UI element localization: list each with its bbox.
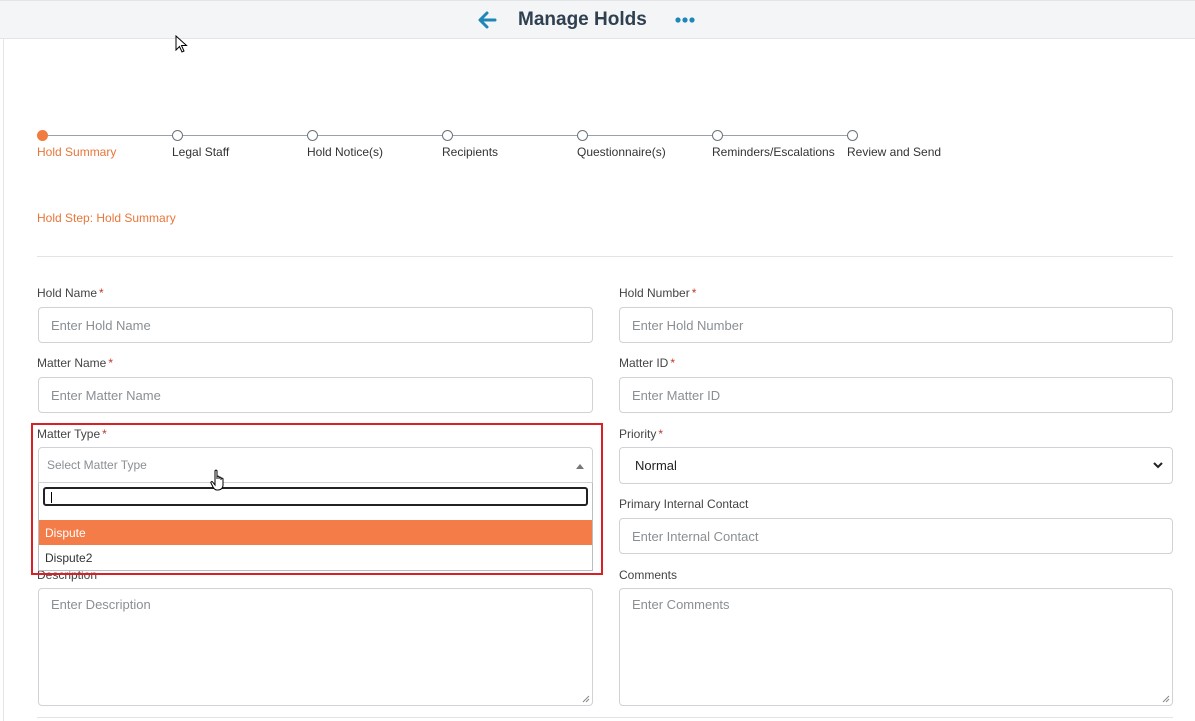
step-label-hold-notices[interactable]: Hold Notice(s) <box>307 145 383 159</box>
matter-id-label: Matter ID * <box>619 356 676 370</box>
priority-label: Priority * <box>619 427 664 441</box>
step-dot-reminders[interactable] <box>712 130 723 141</box>
comments-textarea[interactable]: Enter Comments <box>619 588 1173 706</box>
hold-name-label: Hold Name * <box>37 286 104 300</box>
hold-number-input[interactable]: Enter Hold Number <box>619 307 1173 343</box>
resize-grip-icon[interactable] <box>1162 695 1170 703</box>
priority-value: Normal <box>635 458 677 473</box>
red-highlight-annotation <box>31 423 603 575</box>
hold-name-input[interactable]: Enter Hold Name <box>38 307 593 343</box>
step-dot-hold-notices[interactable] <box>307 130 318 141</box>
resize-grip-icon[interactable] <box>582 695 590 703</box>
back-arrow-icon[interactable] <box>476 9 498 31</box>
matter-name-label: Matter Name * <box>37 356 114 370</box>
step-dot-recipients[interactable] <box>442 130 453 141</box>
section-divider <box>37 256 1173 257</box>
mouse-pointer-icon <box>175 35 188 53</box>
hold-step-caption: Hold Step: Hold Summary <box>37 211 176 225</box>
bottom-divider <box>37 717 1173 718</box>
step-label-reminders[interactable]: Reminders/Escalations <box>712 145 835 159</box>
chevron-down-icon <box>1153 462 1163 469</box>
step-dot-legal-staff[interactable] <box>172 130 183 141</box>
comments-label: Comments <box>619 568 678 582</box>
required-asterisk: * <box>670 356 676 370</box>
step-label-recipients[interactable]: Recipients <box>442 145 498 159</box>
step-label-questionnaires[interactable]: Questionnaire(s) <box>577 145 666 159</box>
top-bar: Manage Holds <box>0 0 1195 39</box>
primary-contact-input[interactable]: Enter Internal Contact <box>619 518 1173 554</box>
left-border <box>3 39 4 721</box>
step-dot-review-send[interactable] <box>847 130 858 141</box>
required-asterisk: * <box>691 286 697 300</box>
more-options-icon[interactable] <box>675 10 697 30</box>
priority-select[interactable]: Normal <box>619 447 1173 484</box>
step-label-review-send[interactable]: Review and Send <box>847 145 941 159</box>
step-dot-hold-summary[interactable] <box>37 130 48 141</box>
primary-contact-label: Primary Internal Contact <box>619 497 749 511</box>
step-label-legal-staff[interactable]: Legal Staff <box>172 145 229 159</box>
hand-pointer-icon <box>210 469 224 491</box>
step-dot-questionnaires[interactable] <box>577 130 588 141</box>
hold-stepper: Hold Summary Legal Staff Hold Notice(s) … <box>37 129 941 169</box>
description-textarea[interactable]: Enter Description <box>38 588 593 706</box>
matter-id-input[interactable]: Enter Matter ID <box>619 377 1173 413</box>
matter-name-input[interactable]: Enter Matter Name <box>38 377 593 413</box>
required-asterisk: * <box>108 356 114 370</box>
hold-number-label: Hold Number * <box>619 286 697 300</box>
description-placeholder: Enter Description <box>51 597 151 612</box>
comments-placeholder: Enter Comments <box>632 597 730 612</box>
required-asterisk: * <box>658 427 664 441</box>
step-label-hold-summary[interactable]: Hold Summary <box>37 145 116 159</box>
required-asterisk: * <box>99 286 104 300</box>
page-title: Manage Holds <box>518 9 647 30</box>
